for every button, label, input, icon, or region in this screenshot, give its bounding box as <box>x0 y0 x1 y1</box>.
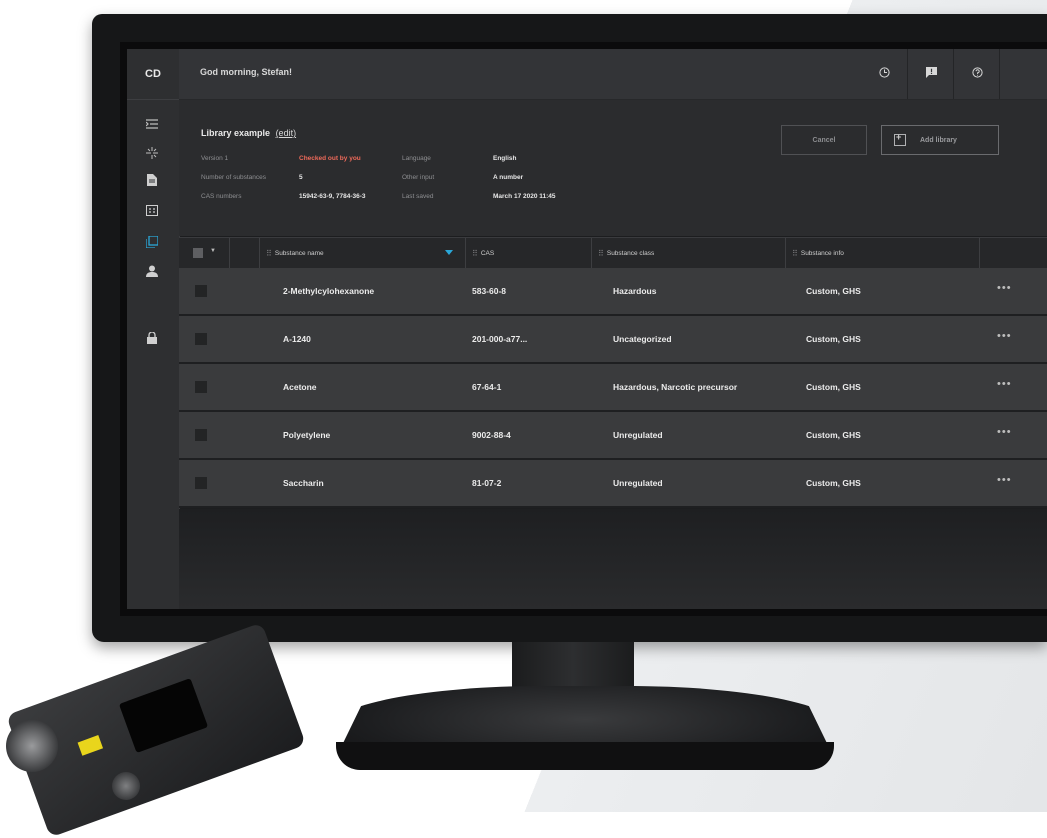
edit-library-link[interactable]: (edit) <box>276 128 297 138</box>
app-logo[interactable]: CD <box>127 49 179 100</box>
substance-info-cell: Custom, GHS <box>806 430 861 440</box>
table-header: ▼ ⠿ Substance name ⠿ CAS ⠿ Substance cla… <box>179 237 1047 269</box>
greeting-text: God morning, Stefan! <box>200 67 292 77</box>
substances-count-label: Number of substances <box>201 174 267 181</box>
column-label: CAS <box>480 249 495 257</box>
drag-handle-icon[interactable]: ⠿ <box>598 249 604 258</box>
table-row[interactable]: 2-Methylcylohexanone 583-60-8 Hazardous … <box>179 268 1047 316</box>
row-checkbox[interactable] <box>195 429 207 441</box>
document-icon[interactable] <box>143 173 161 187</box>
substance-name-cell: Saccharin <box>283 478 324 488</box>
device-probe-cap <box>6 720 58 772</box>
drag-handle-icon[interactable]: ⠿ <box>266 249 272 258</box>
top-bar: God morning, Stefan! <box>179 49 1047 100</box>
monitor-stand-base <box>336 742 834 770</box>
device-warning-label <box>77 735 104 756</box>
help-button[interactable] <box>953 49 1000 99</box>
language-value: English <box>493 155 517 162</box>
sort-descending-icon[interactable] <box>445 250 453 255</box>
cas-cell: 67-64-1 <box>472 382 502 392</box>
other-input-value: A number <box>493 174 524 181</box>
add-library-label: Add library <box>920 136 957 144</box>
language-label: Language <box>402 155 431 162</box>
lock-icon[interactable] <box>143 331 161 345</box>
last-saved-label: Last saved <box>402 193 434 200</box>
select-all-checkbox[interactable] <box>193 248 203 258</box>
substance-info-cell: Custom, GHS <box>806 382 861 392</box>
add-library-icon <box>894 132 906 146</box>
header-spacer <box>229 238 259 268</box>
device-screen <box>118 678 209 753</box>
substance-table-body: 2-Methylcylohexanone 583-60-8 Hazardous … <box>179 268 1047 508</box>
cancel-button[interactable]: Cancel <box>781 125 867 155</box>
more-options-icon[interactable]: ••• <box>997 378 1012 390</box>
column-label: Substance info <box>800 249 844 257</box>
column-substance-info[interactable]: ⠿ Substance info <box>785 238 979 268</box>
more-options-icon[interactable]: ••• <box>997 282 1012 294</box>
substance-name-cell: 2-Methylcylohexanone <box>283 286 375 296</box>
table-row[interactable]: Saccharin 81-07-2 Unregulated Custom, GH… <box>179 460 1047 508</box>
column-actions <box>979 238 1047 268</box>
chevron-down-icon[interactable]: ▼ <box>210 248 216 254</box>
substance-info-cell: Custom, GHS <box>806 286 861 296</box>
report-icon[interactable] <box>143 203 161 217</box>
substance-name-cell: Acetone <box>283 382 317 392</box>
device-knob <box>112 772 140 800</box>
cas-numbers-label: CAS numbers <box>201 193 242 200</box>
row-checkbox[interactable] <box>195 285 207 297</box>
substance-class-cell: Unregulated <box>613 430 663 440</box>
library-title-text: Library example <box>201 128 271 138</box>
table-row[interactable]: Acetone 67-64-1 Hazardous, Narcotic prec… <box>179 364 1047 412</box>
add-library-button[interactable]: Add library <box>881 125 999 155</box>
column-substance-name[interactable]: ⠿ Substance name <box>259 238 465 268</box>
substance-class-cell: Unregulated <box>613 478 663 488</box>
substances-count-value: 5 <box>299 174 303 181</box>
row-checkbox[interactable] <box>195 333 207 345</box>
drag-handle-icon[interactable]: ⠿ <box>472 249 478 258</box>
column-substance-class[interactable]: ⠿ Substance class <box>591 238 785 268</box>
row-checkbox[interactable] <box>195 381 207 393</box>
version-label: Version 1 <box>201 155 229 162</box>
substance-name-cell: A-1240 <box>283 334 311 344</box>
library-info-panel: Library example (edit) Version 1 Checked… <box>179 100 1047 236</box>
empty-table-area <box>179 509 1047 609</box>
cas-cell: 583-60-8 <box>472 286 507 296</box>
table-row[interactable]: A-1240 201-000-a77... Uncategorized Cust… <box>179 316 1047 364</box>
row-checkbox[interactable] <box>195 477 207 489</box>
cas-cell: 9002-88-4 <box>472 430 511 440</box>
monitor-screen: CD God morning, Stefan! Library example … <box>127 49 1047 609</box>
substance-class-cell: Hazardous, Narcotic precursor <box>613 382 738 392</box>
substance-class-cell: Hazardous <box>613 286 657 296</box>
more-options-icon[interactable]: ••• <box>997 426 1012 438</box>
more-options-icon[interactable]: ••• <box>997 330 1012 342</box>
cas-cell: 201-000-a77... <box>472 334 528 344</box>
sidebar: CD <box>127 49 180 609</box>
header-extra-slot <box>999 49 1046 99</box>
column-label: Substance name <box>274 249 324 257</box>
column-cas[interactable]: ⠿ CAS <box>465 238 591 268</box>
history-button[interactable] <box>861 49 907 99</box>
library-title: Library example (edit) <box>201 128 296 138</box>
table-row[interactable]: Polyetylene 9002-88-4 Unregulated Custom… <box>179 412 1047 460</box>
help-icon <box>971 67 983 81</box>
substance-info-cell: Custom, GHS <box>806 478 861 488</box>
version-status: Checked out by you <box>299 155 361 162</box>
more-options-icon[interactable]: ••• <box>997 474 1012 486</box>
cas-cell: 81-07-2 <box>472 478 502 488</box>
last-saved-value: March 17 2020 11:45 <box>493 193 556 200</box>
substance-name-cell: Polyetylene <box>283 430 331 440</box>
scan-icon[interactable] <box>143 146 161 160</box>
drag-handle-icon[interactable]: ⠿ <box>792 249 798 258</box>
other-input-label: Other input <box>402 174 435 181</box>
cas-numbers-value: 15942-63-9, 7784-36-3 <box>299 193 366 200</box>
library-icon[interactable] <box>143 235 161 249</box>
feedback-icon <box>925 67 937 81</box>
collapse-menu-icon[interactable] <box>143 117 161 131</box>
column-label: Substance class <box>606 249 655 257</box>
user-icon[interactable] <box>143 264 161 278</box>
substance-info-cell: Custom, GHS <box>806 334 861 344</box>
history-icon <box>878 67 890 81</box>
substance-class-cell: Uncategorized <box>613 334 672 344</box>
feedback-button[interactable] <box>907 49 954 99</box>
